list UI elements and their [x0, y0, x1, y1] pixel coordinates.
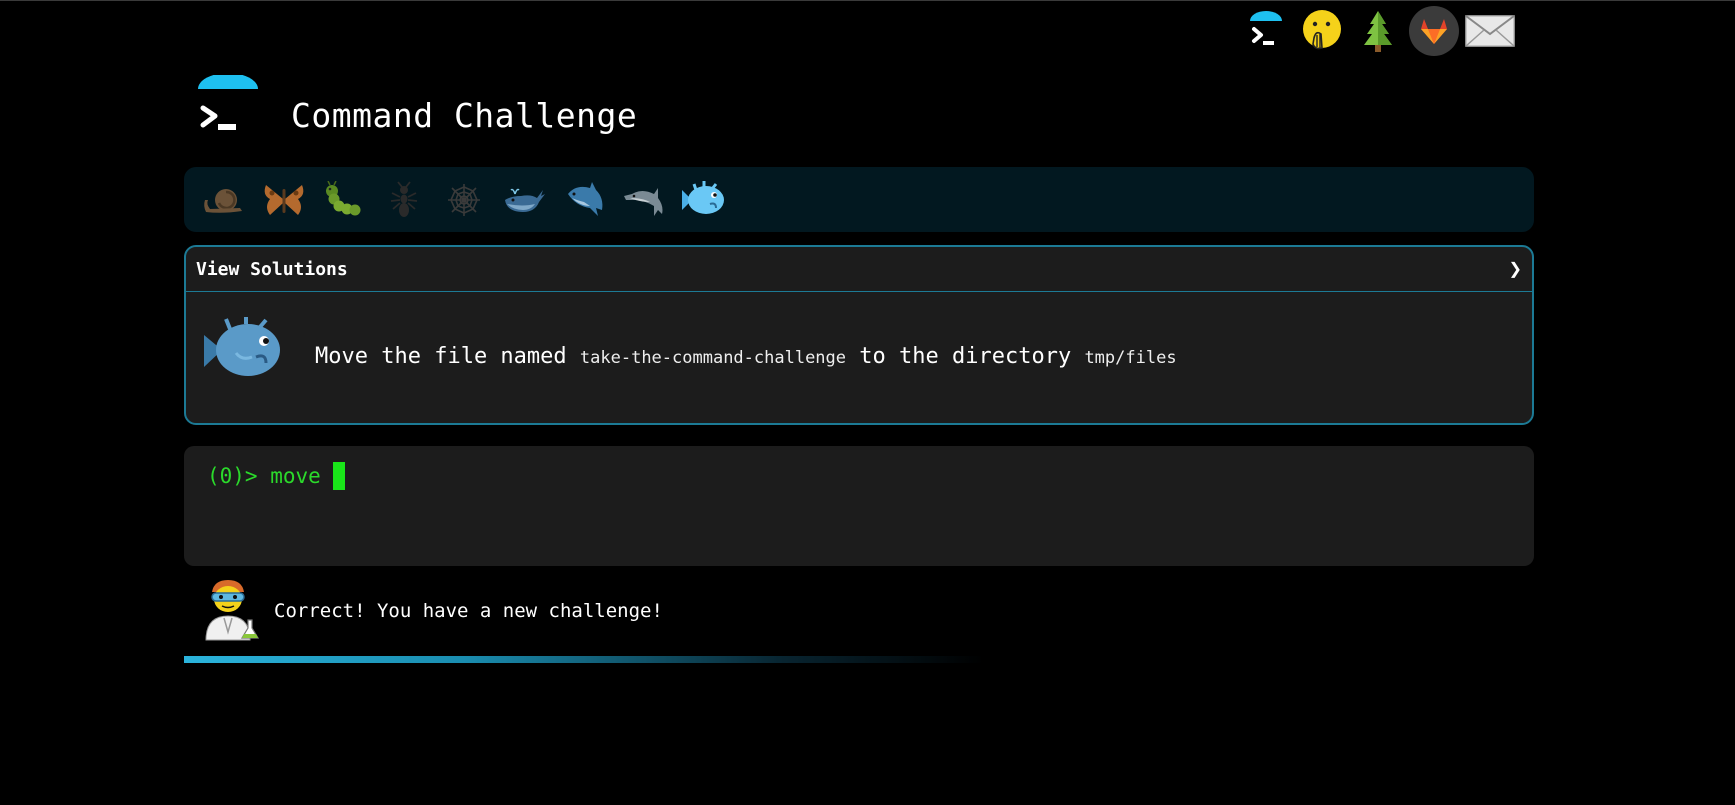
gitlab-icon[interactable] [1406, 6, 1462, 56]
challenge-description: Move the file named take-the-command-cha… [315, 344, 1177, 369]
scientist-icon [202, 578, 262, 646]
challenge-directory: tmp/files [1084, 348, 1177, 368]
level-selector [184, 167, 1534, 232]
level-butterfly-icon[interactable] [254, 175, 314, 225]
hand-over-mouth-icon[interactable] [1294, 6, 1350, 56]
solutions-panel: View Solutions ❯ Move the file named tak… [184, 245, 1534, 425]
blowfish-icon [202, 317, 286, 387]
terminal[interactable]: (0)> move [184, 446, 1534, 566]
view-solutions-label: View Solutions [196, 258, 348, 280]
feedback-message: Correct! You have a new challenge! [274, 600, 663, 622]
top-nav [1238, 6, 1518, 56]
gitlab-badge [1409, 6, 1459, 56]
terminal-command[interactable]: move [270, 464, 321, 488]
terminal-input-line[interactable]: (0)> move [207, 462, 345, 490]
page-title: Command Challenge [291, 96, 638, 135]
level-caterpillar-icon[interactable] [314, 175, 374, 225]
level-blowfish-icon[interactable] [674, 175, 734, 225]
top-border [0, 0, 1735, 1]
site-logo[interactable] [195, 73, 261, 141]
challenge-body: Move the file named take-the-command-cha… [186, 292, 1532, 424]
level-dolphin-icon[interactable] [614, 175, 674, 225]
level-ant-icon[interactable] [374, 175, 434, 225]
progress-bar [184, 656, 984, 663]
terminal-cursor [332, 462, 345, 490]
tree-icon[interactable] [1350, 6, 1406, 56]
challenge-prefix: Move the file named [315, 344, 580, 369]
chevron-right-icon: ❯ [1508, 256, 1522, 282]
level-spider-web-icon[interactable] [434, 175, 494, 225]
challenge-filename: take-the-command-challenge [579, 348, 847, 368]
terminal-prompt: (0)> [207, 464, 271, 488]
level-whale-icon[interactable] [494, 175, 554, 225]
level-shark-icon[interactable] [554, 175, 614, 225]
challenge-middle: to the directory [846, 344, 1085, 369]
terminal-logo-icon[interactable] [1238, 6, 1294, 56]
mail-icon[interactable] [1462, 6, 1518, 56]
view-solutions-toggle[interactable]: View Solutions ❯ [186, 247, 1532, 292]
level-snail-icon[interactable] [194, 175, 254, 225]
